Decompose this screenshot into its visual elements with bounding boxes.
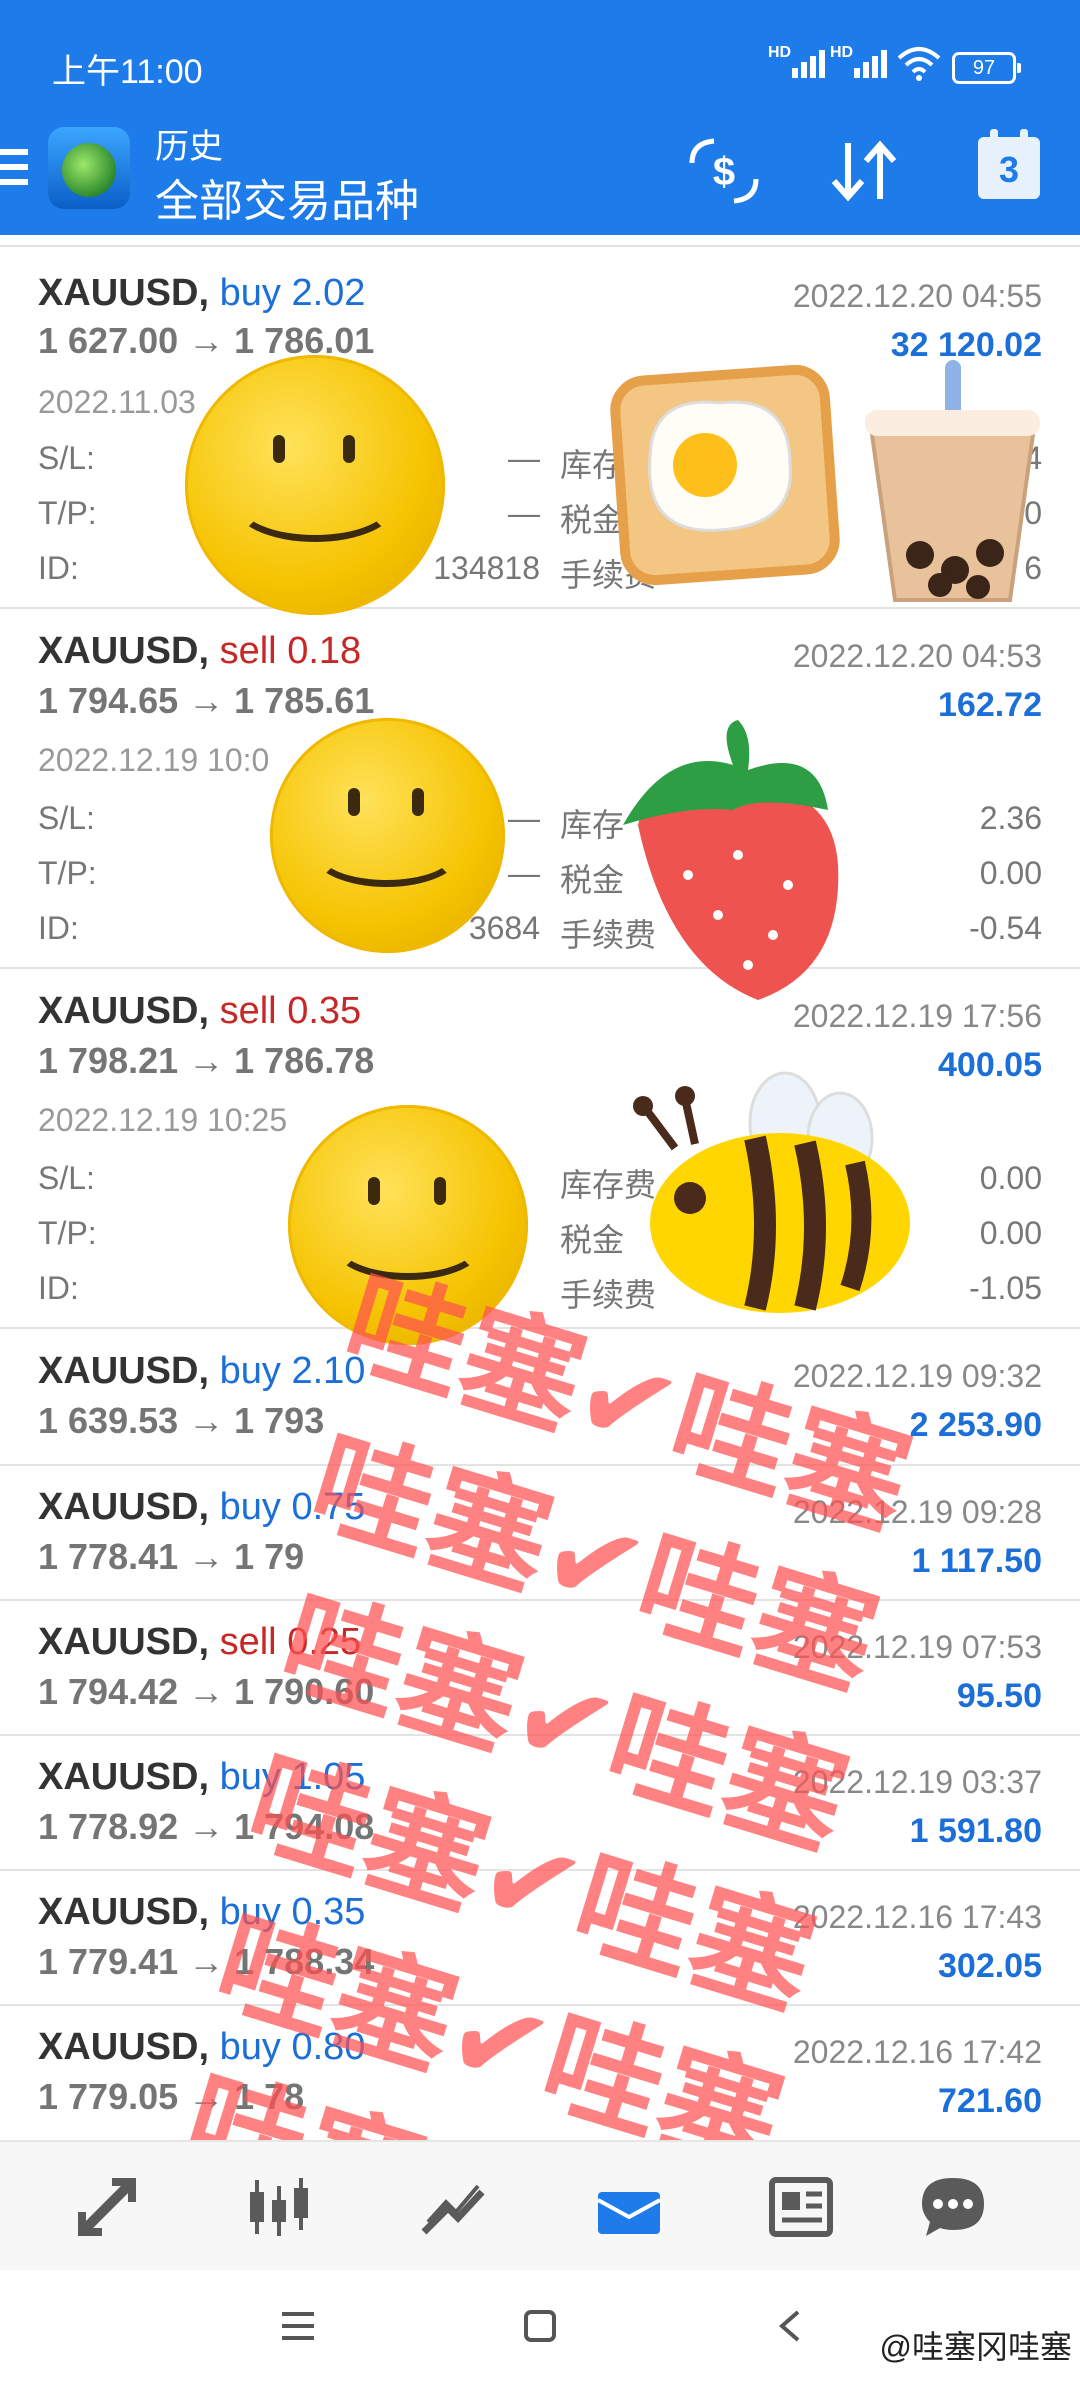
- sl-label: S/L:: [38, 800, 95, 836]
- page-subtitle: 历史: [155, 128, 223, 166]
- quotes-chart-icon[interactable]: [244, 2172, 314, 2242]
- signal-hd-label-1: HD: [768, 44, 792, 61]
- trade-row[interactable]: XAUUSD, sell 0.18 1 794.65 → 1 785.61 20…: [0, 610, 1080, 968]
- trade-icon[interactable]: [72, 2172, 142, 2242]
- tp-label: T/P:: [38, 1215, 97, 1251]
- trade-side: sell: [219, 1621, 277, 1663]
- smiley-sticker: [185, 355, 445, 615]
- chart-icon[interactable]: [418, 2172, 488, 2242]
- trade-side: buy: [219, 1486, 281, 1528]
- trade-side: sell: [219, 630, 277, 672]
- sl-value: —: [508, 800, 540, 836]
- trade-symbol: XAUUSD,: [38, 1486, 210, 1528]
- sort-icon[interactable]: [828, 133, 900, 209]
- trade-open-time: 2022.11.03: [38, 384, 196, 420]
- app-logo: [48, 127, 130, 209]
- trade-profit: 2 253.90: [909, 1406, 1042, 1444]
- trade-symbol: XAUUSD,: [38, 1621, 210, 1663]
- trade-close-time: 2022.12.20 04:55: [792, 278, 1042, 314]
- swap-value: 0.00: [979, 1160, 1042, 1196]
- trade-symbol: XAUUSD,: [38, 1350, 210, 1392]
- fee-value: -0.54: [969, 910, 1042, 946]
- sl-label: S/L:: [38, 1160, 95, 1196]
- tp-value: —: [508, 855, 540, 891]
- system-navigation-bar: @哇塞冈哇塞: [0, 2270, 1080, 2400]
- tax-value: 0.00: [979, 855, 1042, 891]
- id-value: 134818: [433, 550, 540, 586]
- smiley-sticker: [270, 718, 505, 953]
- id-label: ID:: [38, 1270, 79, 1306]
- trade-profit: 1 117.50: [911, 1542, 1042, 1580]
- sl-value: —: [508, 440, 540, 476]
- egg-toast-sticker: [610, 365, 840, 586]
- watermark-credit: @哇塞冈哇塞: [879, 2329, 1073, 2365]
- status-bar: 上午11:00 HD HD 97: [0, 0, 1080, 115]
- trade-profit: 1 591.80: [909, 1812, 1042, 1850]
- strawberry-sticker: [623, 720, 839, 1000]
- calendar-icon[interactable]: 3: [978, 129, 1040, 199]
- trade-prices: 1 639.53 → 1 793: [38, 1400, 325, 1441]
- recent-apps-icon[interactable]: [280, 2308, 316, 2344]
- trade-profit: 302.05: [938, 1947, 1042, 1985]
- trade-prices: 1 794.65 → 1 785.61: [38, 680, 375, 721]
- wifi-icon: [897, 47, 941, 81]
- trade-profit: 721.60: [938, 2082, 1042, 2120]
- signal-hd-label-2: HD: [830, 44, 854, 61]
- trade-symbol: XAUUSD,: [38, 272, 210, 314]
- chat-icon[interactable]: [918, 2172, 988, 2242]
- trade-close-time: 2022.12.20 04:53: [792, 638, 1042, 674]
- trade-volume: 2.02: [291, 272, 366, 314]
- signal-icon-1: [792, 50, 825, 78]
- trade-profit: 95.50: [956, 1677, 1042, 1715]
- signal-icon-2: [854, 50, 887, 78]
- trade-symbol: XAUUSD,: [38, 1756, 210, 1798]
- trade-side: sell: [219, 990, 277, 1032]
- bubble-tea-sticker: [865, 360, 1040, 602]
- news-icon[interactable]: [766, 2172, 836, 2242]
- list-top-divider: [0, 245, 1080, 247]
- top-app-bar: 历史 全部交易品种 $ 3: [0, 115, 1080, 235]
- svg-text:$: $: [713, 150, 735, 194]
- trade-symbol: XAUUSD,: [38, 630, 210, 672]
- tp-value: —: [508, 495, 540, 531]
- id-value: 3684: [468, 910, 540, 946]
- trade-open-time: 2022.12.19 10:25: [38, 1102, 288, 1138]
- currency-exchange-icon[interactable]: $: [684, 133, 764, 209]
- trade-prices: 1 798.21 → 1 786.78: [38, 1040, 375, 1081]
- trade-close-time: 2022.12.16 17:43: [792, 1899, 1042, 1935]
- id-label: ID:: [38, 550, 79, 586]
- back-icon[interactable]: [776, 2308, 804, 2344]
- swap-value: 2.36: [979, 800, 1042, 836]
- trade-volume: 0.35: [287, 990, 362, 1032]
- trade-side: buy: [219, 272, 281, 314]
- trade-symbol: XAUUSD,: [38, 2026, 210, 2068]
- status-time: 上午11:00: [52, 53, 203, 91]
- trade-prices: 1 778.41 → 1 79: [38, 1536, 305, 1577]
- history-icon[interactable]: [594, 2172, 664, 2242]
- bee-sticker: [633, 1071, 910, 1313]
- page-title[interactable]: 全部交易品种: [155, 165, 419, 229]
- tp-label: T/P:: [38, 495, 97, 531]
- row-divider: [0, 967, 1080, 969]
- fee-value: -1.05: [969, 1270, 1042, 1306]
- trade-open-time: 2022.12.19 10:0: [38, 742, 270, 778]
- sl-label: S/L:: [38, 440, 95, 476]
- trade-side: buy: [219, 1350, 281, 1392]
- id-label: ID:: [38, 910, 79, 946]
- home-icon[interactable]: [522, 2308, 558, 2344]
- trade-profit: 162.72: [938, 686, 1042, 724]
- tax-value: 0.00: [979, 1215, 1042, 1251]
- trade-volume: 0.18: [287, 630, 362, 672]
- bottom-navigation: [0, 2140, 1080, 2272]
- menu-icon[interactable]: [0, 149, 28, 189]
- tp-label: T/P:: [38, 855, 97, 891]
- trade-close-time: 2022.12.16 17:42: [792, 2034, 1042, 2070]
- trade-profit: 400.05: [938, 1046, 1042, 1084]
- battery-icon: 97: [952, 52, 1021, 84]
- trade-symbol: XAUUSD,: [38, 1891, 210, 1933]
- trade-symbol: XAUUSD,: [38, 990, 210, 1032]
